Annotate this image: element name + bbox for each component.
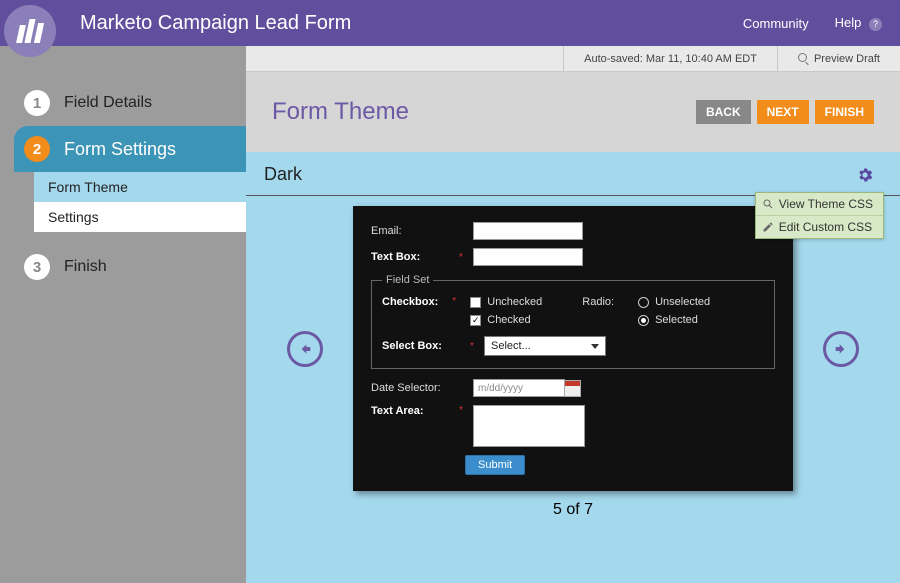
email-input[interactable] bbox=[473, 222, 583, 240]
theme-preview-card: Email: Text Box: * Field Set bbox=[353, 206, 793, 491]
radio-label: Radio: bbox=[582, 296, 614, 326]
search-icon bbox=[798, 53, 809, 64]
calendar-icon[interactable] bbox=[564, 380, 581, 397]
finish-button[interactable]: FINISH bbox=[815, 100, 874, 124]
radio-selected[interactable]: Selected bbox=[638, 314, 710, 326]
required-marker: * bbox=[457, 252, 465, 263]
textbox-label: Text Box: bbox=[371, 251, 449, 263]
autosave-status: Auto-saved: Mar 11, 10:40 AM EDT bbox=[563, 46, 777, 71]
arrow-right-icon bbox=[833, 341, 849, 357]
page-title: Form Theme bbox=[272, 98, 696, 126]
wizard-step-field-details[interactable]: 1 Field Details bbox=[0, 80, 246, 126]
app-title: Marketo Campaign Lead Form bbox=[80, 12, 743, 35]
step-number: 3 bbox=[24, 254, 50, 280]
checkbox-checked[interactable]: ✓Checked bbox=[470, 314, 542, 326]
textarea-label: Text Area: bbox=[371, 405, 449, 417]
next-theme-button[interactable] bbox=[823, 331, 859, 367]
checkbox-unchecked[interactable]: Unchecked bbox=[470, 296, 542, 308]
chevron-down-icon bbox=[591, 344, 599, 349]
required-marker: * bbox=[468, 341, 476, 352]
substep-form-theme[interactable]: Form Theme bbox=[34, 172, 246, 202]
fieldset-legend: Field Set bbox=[382, 274, 433, 286]
css-menu: View Theme CSS Edit Custom CSS bbox=[755, 192, 884, 239]
status-bar: Auto-saved: Mar 11, 10:40 AM EDT Preview… bbox=[246, 46, 900, 72]
step-label: Finish bbox=[64, 258, 107, 276]
content-panel: Auto-saved: Mar 11, 10:40 AM EDT Preview… bbox=[246, 46, 900, 583]
pencil-icon bbox=[762, 221, 774, 233]
required-marker: * bbox=[457, 405, 465, 416]
submit-button[interactable]: Submit bbox=[465, 455, 525, 475]
date-input[interactable]: m/dd/yyyy bbox=[473, 379, 565, 397]
selectbox-label: Select Box: bbox=[382, 340, 460, 352]
checkbox-label: Checkbox: bbox=[382, 296, 438, 308]
back-button[interactable]: BACK bbox=[696, 100, 751, 124]
app-logo[interactable] bbox=[4, 5, 56, 57]
step-label: Form Settings bbox=[64, 139, 176, 160]
preview-draft-button[interactable]: Preview Draft bbox=[777, 46, 900, 71]
checkbox-icon: ✓ bbox=[470, 315, 481, 326]
help-icon: ? bbox=[869, 18, 882, 31]
arrow-left-icon bbox=[297, 341, 313, 357]
select-input[interactable]: Select... bbox=[484, 336, 606, 356]
fieldset: Field Set Checkbox: * Unchecked ✓Checked bbox=[371, 274, 775, 369]
edit-custom-css[interactable]: Edit Custom CSS bbox=[756, 215, 883, 238]
date-label: Date Selector: bbox=[371, 382, 449, 394]
textbox-input[interactable] bbox=[473, 248, 583, 266]
radio-icon bbox=[638, 297, 649, 308]
wizard-step-form-settings[interactable]: 2 Form Settings bbox=[14, 126, 246, 172]
wizard-step-finish[interactable]: 3 Finish bbox=[0, 244, 246, 290]
radio-icon bbox=[638, 315, 649, 326]
theme-area: Dark View Theme CSS Edit Custom CSS bbox=[246, 152, 900, 583]
logo-icon bbox=[18, 19, 42, 43]
step-label: Field Details bbox=[64, 94, 152, 112]
wizard-substeps: Form Theme Settings bbox=[34, 172, 246, 232]
next-button[interactable]: NEXT bbox=[757, 100, 809, 124]
radio-unselected[interactable]: Unselected bbox=[638, 296, 710, 308]
email-label: Email: bbox=[371, 225, 449, 237]
help-link[interactable]: Help ? bbox=[835, 15, 882, 31]
step-number: 1 bbox=[24, 90, 50, 116]
step-number: 2 bbox=[24, 136, 50, 162]
checkbox-icon bbox=[470, 297, 481, 308]
textarea-input[interactable] bbox=[473, 405, 585, 447]
prev-theme-button[interactable] bbox=[287, 331, 323, 367]
required-marker: * bbox=[450, 296, 458, 326]
page-header: Form Theme BACK NEXT FINISH bbox=[246, 72, 900, 152]
wizard-nav: 1 Field Details 2 Form Settings Form The… bbox=[0, 46, 246, 583]
community-link[interactable]: Community bbox=[743, 16, 809, 31]
theme-counter: 5 of 7 bbox=[246, 501, 900, 519]
search-icon bbox=[762, 198, 774, 210]
gear-icon[interactable] bbox=[856, 166, 874, 184]
theme-name: Dark bbox=[264, 164, 302, 185]
substep-settings[interactable]: Settings bbox=[34, 202, 246, 232]
view-theme-css[interactable]: View Theme CSS bbox=[756, 193, 883, 215]
top-bar: Marketo Campaign Lead Form Community Hel… bbox=[0, 0, 900, 46]
